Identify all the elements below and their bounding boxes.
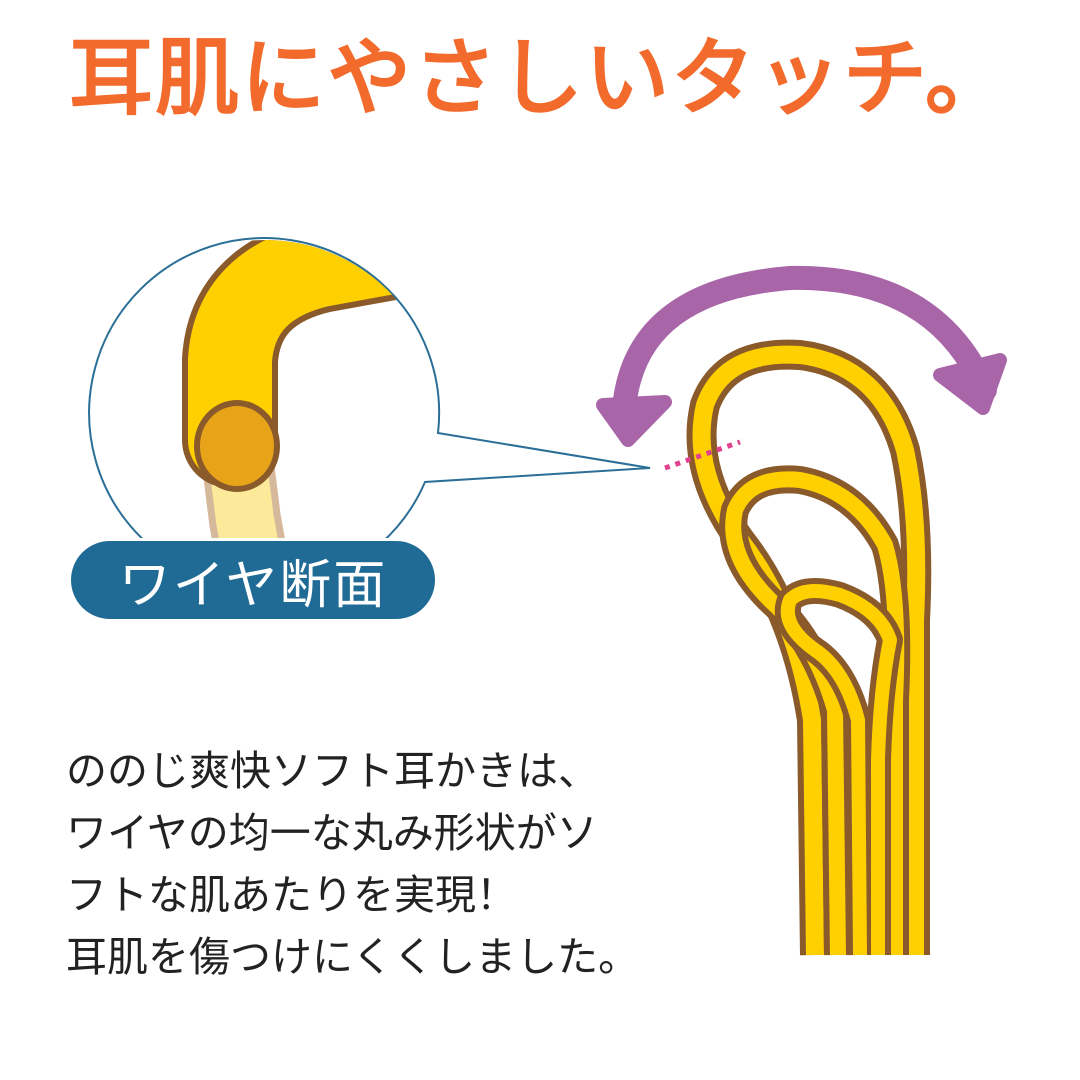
description: ののじ爽快ソフト耳かきは、 ワイヤの均一な丸み形状がソ フトな肌あたりを実現！ … [66,740,639,988]
ear-pick-wire [664,339,932,956]
wire-core-section [194,400,280,492]
description-line: ワイヤの均一な丸み形状がソ [66,809,598,857]
cross-section-label: ワイヤ断面 [68,538,438,622]
description-line: 耳肌を傷つけにくくしました。 [66,933,640,981]
description-line: フトな肌あたりを実現！ [66,871,517,919]
description-line: ののじ爽快ソフト耳かきは、 [66,747,599,795]
